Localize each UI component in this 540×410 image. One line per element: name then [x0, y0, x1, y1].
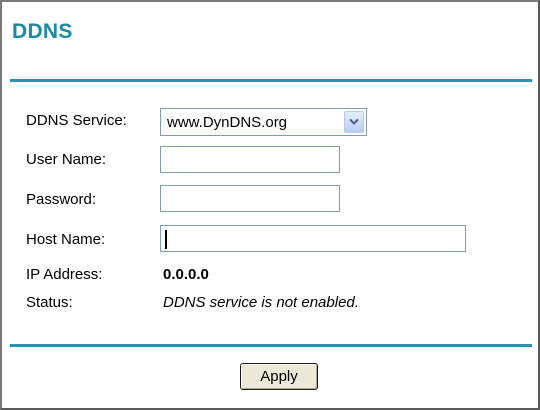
- ddns-service-select[interactable]: www.DynDNS.org: [160, 108, 367, 136]
- username-field[interactable]: [160, 146, 340, 173]
- ddns-service-label: DDNS Service:: [26, 112, 127, 129]
- status-label: Status:: [26, 294, 73, 311]
- ip-address-value: 0.0.0.0: [163, 266, 209, 283]
- hostname-field[interactable]: [160, 225, 466, 252]
- page-title: DDNS: [12, 20, 73, 43]
- hostname-label: Host Name:: [26, 231, 106, 248]
- password-field[interactable]: [160, 185, 340, 212]
- divider-top: [10, 79, 532, 82]
- text-caret: [165, 230, 167, 249]
- password-label: Password:: [26, 191, 97, 208]
- status-value: DDNS service is not enabled.: [163, 294, 359, 311]
- apply-button[interactable]: Apply: [240, 363, 318, 390]
- ddns-service-value: www.DynDNS.org: [167, 113, 288, 131]
- divider-bottom: [10, 344, 532, 347]
- username-label: User Name:: [26, 151, 107, 168]
- chevron-down-icon[interactable]: [344, 111, 364, 133]
- ip-address-label: IP Address:: [26, 266, 103, 283]
- ddns-panel: DDNS DDNS Service: www.DynDNS.org User N…: [0, 0, 540, 410]
